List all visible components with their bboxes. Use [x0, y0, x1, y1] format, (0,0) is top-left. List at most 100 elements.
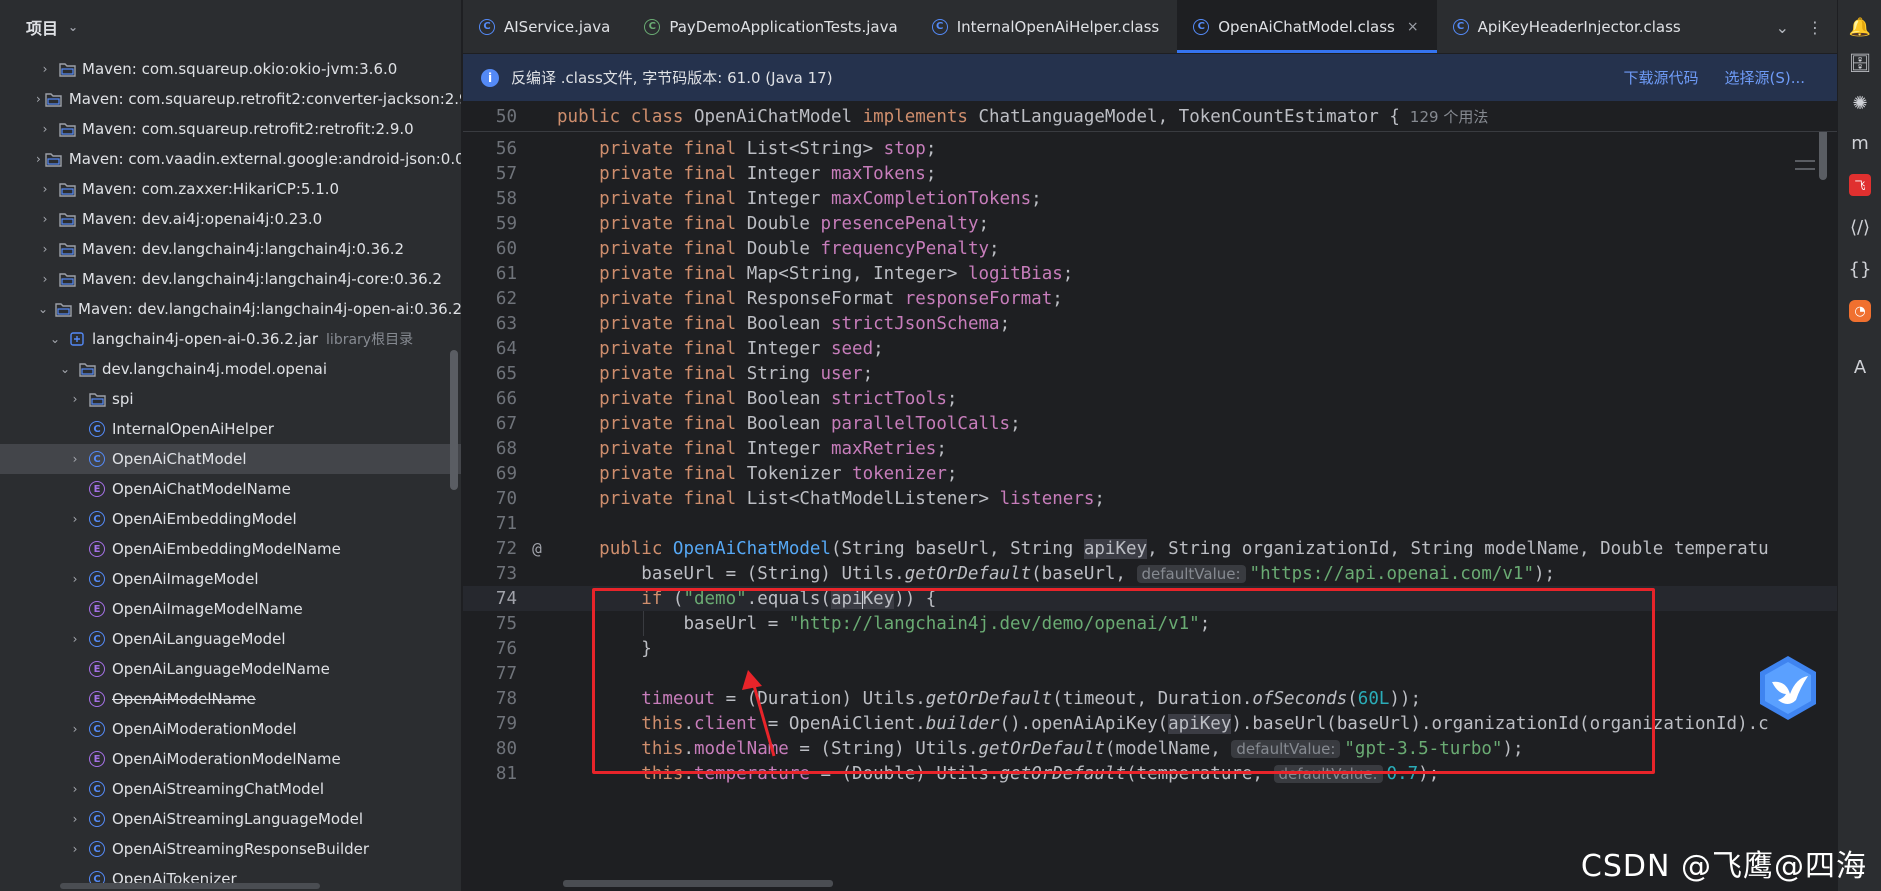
tree-item[interactable]: E OpenAiImageModelName — [0, 594, 461, 624]
code-line[interactable]: 70 private final List<ChatModelListener>… — [463, 486, 1837, 511]
plugin-icon[interactable]: ◔ — [1838, 294, 1881, 328]
code-line[interactable]: 81 this.temperature = (Double) Utils.get… — [463, 761, 1837, 786]
tree-item[interactable]: › C OpenAiStreamingResponseBuilder — [0, 834, 461, 864]
tree-item[interactable]: › C OpenAiStreamingLanguageModel — [0, 804, 461, 834]
chevron-right-icon[interactable]: › — [66, 722, 84, 736]
tree-item[interactable]: › Maven: dev.langchain4j:langchain4j-core… — [0, 264, 461, 294]
sticky-class-header[interactable]: 50 public class OpenAiChatModel implemen… — [463, 102, 1837, 132]
chevron-right-icon[interactable]: › — [36, 212, 54, 226]
chevron-right-icon[interactable]: › — [66, 812, 84, 826]
chevron-right-icon[interactable]: › — [36, 242, 54, 256]
tree-item[interactable]: E OpenAiModerationModelName — [0, 744, 461, 774]
code-line[interactable]: 76 } — [463, 636, 1837, 661]
tree-item[interactable]: › Maven: dev.ai4j:openai4j:0.23.0 — [0, 204, 461, 234]
tree-item[interactable]: E OpenAiEmbeddingModelName — [0, 534, 461, 564]
notifications-icon[interactable]: 🔔 — [1838, 10, 1881, 44]
chevron-down-icon[interactable]: ⌄ — [68, 20, 78, 34]
code-line[interactable]: 78 timeout = (Duration) Utils.getOrDefau… — [463, 686, 1837, 711]
tree-item[interactable]: › Maven: com.squareup.okio:okio-jvm:3.6.0 — [0, 54, 461, 84]
chevron-right-icon[interactable]: › — [36, 92, 41, 106]
chevron-right-icon[interactable]: › — [66, 572, 84, 586]
override-marker-icon[interactable]: @ — [517, 539, 557, 558]
chevron-right-icon[interactable]: › — [36, 182, 54, 196]
tree-item[interactable]: › C OpenAiLanguageModel — [0, 624, 461, 654]
tree-item[interactable]: › Maven: com.squareup.retrofit2:converter… — [0, 84, 461, 114]
more-options-icon[interactable]: ⋮ — [1807, 18, 1823, 37]
tree-item[interactable]: E OpenAiLanguageModelName — [0, 654, 461, 684]
tree-item[interactable]: › C OpenAiChatModel — [0, 444, 461, 474]
editor-tab[interactable]: C OpenAiChatModel.class × — [1177, 0, 1437, 53]
editor-tab[interactable]: C AIService.java — [463, 0, 628, 53]
code-line[interactable]: 62 private final ResponseFormat response… — [463, 286, 1837, 311]
endpoints-icon[interactable]: ⟨/⟩ — [1838, 210, 1881, 244]
project-tree-horizontal-scrollbar[interactable] — [60, 883, 320, 889]
editor-tab[interactable]: C ApiKeyHeaderInjector.class — [1437, 0, 1699, 53]
json-icon[interactable]: {} — [1838, 252, 1881, 286]
editor-tab[interactable]: C InternalOpenAiHelper.class — [916, 0, 1178, 53]
tree-item[interactable]: › C OpenAiModerationModel — [0, 714, 461, 744]
tree-item[interactable]: ⌄ langchain4j-open-ai-0.36.2.jar library根目… — [0, 324, 461, 354]
code-line[interactable]: 56 private final List<String> stop; — [463, 136, 1837, 161]
show-hidden-tabs-icon[interactable]: ⌄ — [1776, 18, 1789, 37]
chevron-down-icon[interactable]: ⌄ — [36, 302, 50, 316]
chevron-right-icon[interactable]: › — [36, 152, 41, 166]
usages-count[interactable]: 129 个用法 — [1410, 108, 1488, 126]
chevron-right-icon[interactable]: › — [36, 272, 54, 286]
code-line[interactable]: 60 private final Double frequencyPenalty… — [463, 236, 1837, 261]
chevron-right-icon[interactable]: › — [66, 782, 84, 796]
code-line[interactable]: 66 private final Boolean strictTools; — [463, 386, 1837, 411]
editor-horizontal-scrollbar[interactable] — [563, 880, 833, 887]
tree-item[interactable]: ⌄ Maven: dev.langchain4j:langchain4j-open… — [0, 294, 461, 324]
tree-item[interactable]: › Maven: com.vaadin.external.google:andro… — [0, 144, 461, 174]
chevron-right-icon[interactable]: › — [66, 452, 84, 466]
tree-item[interactable]: › C OpenAiStreamingChatModel — [0, 774, 461, 804]
tree-item[interactable]: C InternalOpenAiHelper — [0, 414, 461, 444]
chevron-down-icon[interactable]: ⌄ — [46, 332, 64, 346]
code-line[interactable]: 80 this.modelName = (String) Utils.getOr… — [463, 736, 1837, 761]
chevron-right-icon[interactable]: › — [66, 842, 84, 856]
code-line[interactable]: 64 private final Integer seed; — [463, 336, 1837, 361]
code-line[interactable]: 79 this.client = OpenAiClient.builder().… — [463, 711, 1837, 736]
code-line[interactable]: 75 baseUrl = "http://langchain4j.dev/dem… — [463, 611, 1837, 636]
tree-item[interactable]: › spi — [0, 384, 461, 414]
code-line[interactable]: 71 — [463, 511, 1837, 536]
code-line[interactable]: 59 private final Double presencePenalty; — [463, 211, 1837, 236]
project-panel-header[interactable]: 项目 ⌄ — [0, 0, 461, 54]
tree-item[interactable]: E OpenAiChatModelName — [0, 474, 461, 504]
code-line[interactable]: 63 private final Boolean strictJsonSchem… — [463, 311, 1837, 336]
maven-icon[interactable]: m — [1838, 126, 1881, 160]
tree-item[interactable]: › Maven: com.zaxxer:HikariCP:5.1.0 — [0, 174, 461, 204]
tree-item[interactable]: E OpenAiModelName — [0, 684, 461, 714]
download-sources-link[interactable]: 下载源代码 — [1623, 67, 1698, 88]
tree-item[interactable]: › Maven: com.squareup.retrofit2:retrofit:… — [0, 114, 461, 144]
tree-item[interactable]: › C OpenAiImageModel — [0, 564, 461, 594]
code-line[interactable]: 67 private final Boolean parallelToolCal… — [463, 411, 1837, 436]
database-icon[interactable]: 🗄 — [1838, 46, 1881, 80]
code-editor[interactable]: 56 private final List<String> stop; 57 pr… — [463, 102, 1837, 891]
code-line[interactable]: 68 private final Integer maxRetries; — [463, 436, 1837, 461]
choose-sources-link[interactable]: 选择源(S)... — [1724, 67, 1805, 88]
code-line[interactable]: 61 private final Map<String, Integer> lo… — [463, 261, 1837, 286]
code-line[interactable]: 72 @ public OpenAiChatModel(String baseUr… — [463, 536, 1837, 561]
code-line[interactable]: 65 private final String user; — [463, 361, 1837, 386]
chevron-down-icon[interactable]: ⌄ — [56, 362, 74, 376]
code-line[interactable]: 69 private final Tokenizer tokenizer; — [463, 461, 1837, 486]
code-line[interactable]: 73 baseUrl = (String) Utils.getOrDefault… — [463, 561, 1837, 586]
floating-assistant-bird-icon[interactable] — [1756, 654, 1820, 722]
chevron-right-icon[interactable]: › — [36, 62, 54, 76]
code-line[interactable]: 57 private final Integer maxTokens; — [463, 161, 1837, 186]
close-icon[interactable]: × — [1407, 19, 1419, 35]
tree-item[interactable]: › Maven: dev.langchain4j:langchain4j:0.36… — [0, 234, 461, 264]
tree-item[interactable]: › C OpenAiEmbeddingModel — [0, 504, 461, 534]
chevron-right-icon[interactable]: › — [66, 392, 84, 406]
project-tree-scrollbar[interactable] — [450, 350, 458, 490]
translate-icon[interactable]: A — [1838, 350, 1881, 384]
code-line[interactable]: 77 — [463, 661, 1837, 686]
chevron-right-icon[interactable]: › — [66, 512, 84, 526]
project-panel-title[interactable]: 项目 — [26, 15, 58, 39]
feishu-icon[interactable]: 飞 — [1838, 168, 1881, 202]
code-line[interactable]: 74 if ("demo".equals(apiKey)) { — [463, 586, 1837, 611]
code-line[interactable]: 58 private final Integer maxCompletionTo… — [463, 186, 1837, 211]
chevron-right-icon[interactable]: › — [66, 632, 84, 646]
tree-item[interactable]: ⌄ dev.langchain4j.model.openai — [0, 354, 461, 384]
